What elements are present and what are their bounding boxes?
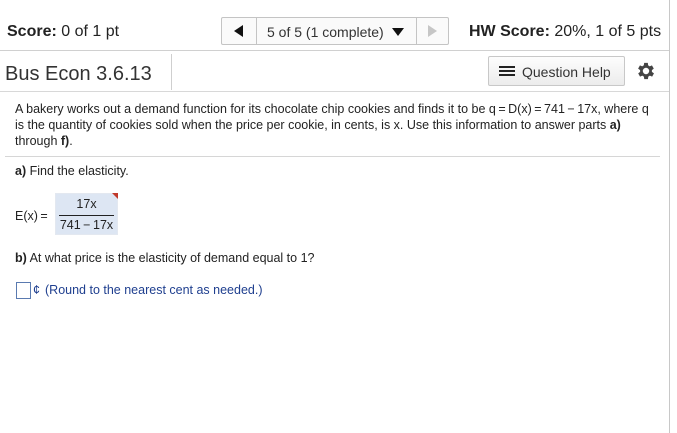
fraction-numerator: 17x [76,197,97,211]
part-b-prompt: b) At what price is the elasticity of de… [15,251,314,265]
list-icon [499,66,515,78]
question-help-label: Question Help [522,64,611,80]
question-text-1: A bakery works out a demand function for… [15,102,649,132]
part-a-prompt: a) Find the elasticity. [15,164,129,178]
question-text: A bakery works out a demand function for… [15,101,655,149]
part-a-label: a) [15,164,27,178]
previous-question-button[interactable] [222,18,257,44]
right-border [669,0,670,433]
question-help-button[interactable]: Question Help [488,56,625,86]
rounding-hint: (Round to the nearest cent as needed.) [45,283,263,297]
top-bar: Score: 0 of 1 pt 5 of 5 (1 complete) HW … [0,0,669,51]
elasticity-label: E(x) = [15,209,48,223]
hw-score: HW Score: 20%, 1 of 5 pts [469,23,661,41]
fraction-bar [59,215,114,216]
price-answer-input[interactable] [16,282,31,299]
title-bar: Bus Econ 3.6.13 Question Help [0,51,669,92]
score-label: Score: [7,23,57,40]
page-title: Bus Econ 3.6.13 [5,63,152,85]
part-f-ref: f) [60,134,70,148]
answer-flag-icon [112,193,118,199]
fraction-denominator: 741 − 17x [59,218,114,232]
caret-down-icon [392,28,404,36]
score-value: 0 of 1 pt [61,23,120,40]
part-a-text: Find the elasticity. [26,164,129,178]
title-box: Bus Econ 3.6.13 [0,54,172,90]
part-a-ref: a) [609,118,621,132]
elasticity-answer[interactable]: 17x 741 − 17x [55,193,118,235]
question-text-3: . [69,134,73,148]
cent-unit: ¢ [33,283,40,297]
question-select-dropdown[interactable]: 5 of 5 (1 complete) [256,18,417,44]
part-b-label: b) [15,251,27,265]
triangle-left-icon [234,25,243,37]
question-text-2: through [15,134,61,148]
part-b-text: At what price is the elasticity of deman… [26,251,315,265]
score: Score: 0 of 1 pt [7,23,119,41]
question-navigator: 5 of 5 (1 complete) [221,17,449,45]
hw-score-value: 20%, 1 of 5 pts [554,23,662,40]
divider [5,156,660,157]
gear-icon[interactable] [635,60,657,82]
next-question-button[interactable] [416,18,448,44]
triangle-right-icon [428,25,437,37]
question-position: 5 of 5 (1 complete) [267,24,384,40]
hw-score-label: HW Score: [469,23,550,40]
